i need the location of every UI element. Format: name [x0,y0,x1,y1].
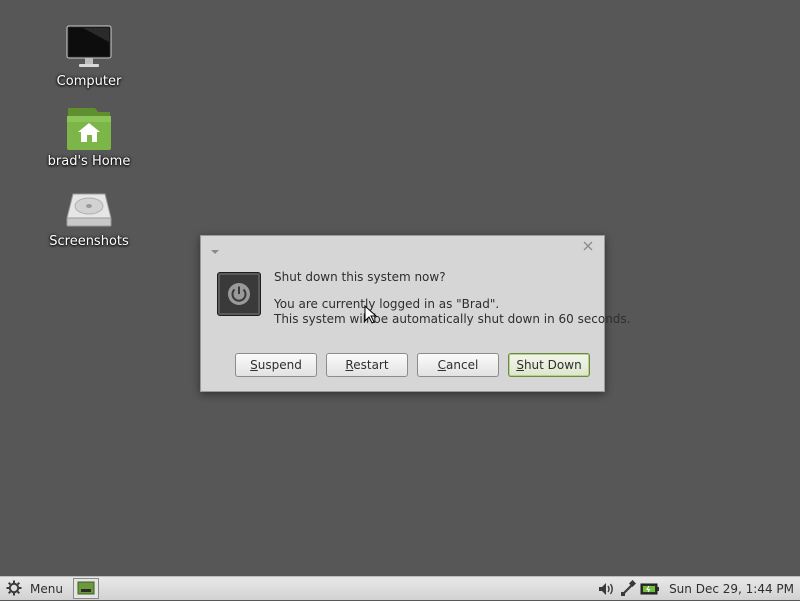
desktop-icon-label: Screenshots [49,234,129,249]
suspend-label: uspend [257,358,302,372]
battery-icon[interactable] [639,579,661,599]
show-desktop-button[interactable] [73,578,99,599]
drive-icon [63,184,115,232]
home-folder-icon [63,104,115,152]
suspend-accel: S [250,358,258,372]
system-tray: Sun Dec 29, 1:44 PM [595,577,800,601]
shutdown-label: hut Down [523,358,582,372]
menu-label: Menu [30,582,63,596]
network-icon[interactable] [617,579,639,599]
cancel-label: ancel [446,358,479,372]
monitor-icon [63,24,115,72]
mouse-cursor-icon [364,304,378,325]
desktop-icon-computer[interactable]: Computer [44,24,134,90]
volume-icon[interactable] [595,579,617,599]
dialog-countdown-line: This system will be automatically shut d… [274,312,631,326]
dialog-login-line: You are currently logged in as "Brad". [274,297,500,311]
menu-button[interactable]: Menu [6,579,63,599]
shutdown-dialog: Shut down this system now? You are curre… [200,235,630,392]
bottom-panel: Menu Sun Dec 29, 1:44 PM [0,576,800,600]
desktop-icon-label: brad's Home [47,154,131,169]
power-icon [217,272,261,316]
dialog-message: Shut down this system now? You are curre… [274,270,630,327]
desktop-icon-screenshots[interactable]: Screenshots [44,184,134,250]
close-icon[interactable] [582,240,594,252]
suspend-button[interactable]: Suspend [235,353,317,377]
restart-label: estart [353,358,389,372]
dialog-question: Shut down this system now? [274,270,446,284]
shutdown-accel: S [516,358,524,372]
restart-button[interactable]: Restart [326,353,408,377]
clock[interactable]: Sun Dec 29, 1:44 PM [669,582,794,596]
cancel-button[interactable]: Cancel [417,353,499,377]
gear-icon [6,580,22,599]
shut-down-button[interactable]: Shut Down [508,353,590,377]
cancel-accel: C [437,358,447,372]
dialog-titlebar[interactable] [201,236,604,258]
desktop-icon-label: Computer [56,74,122,89]
desktop-icon-home[interactable]: brad's Home [44,104,134,170]
window-menu-icon[interactable] [210,242,220,254]
